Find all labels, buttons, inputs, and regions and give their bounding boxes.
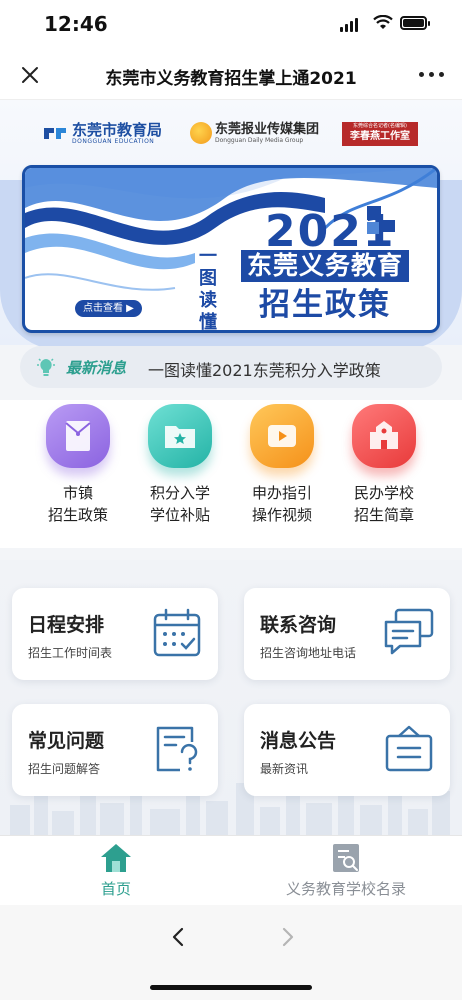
studio-logo: 东莞综合名记者(名编辑) 李春燕工作室 <box>342 122 418 146</box>
status-time: 12:46 <box>44 12 108 36</box>
banner-title-line1: 东莞义务教育 <box>241 250 409 282</box>
partner-logos: 东莞市教育局 DONGGUAN EDUCATION 东莞报业传媒集团 Dongg… <box>0 114 462 154</box>
faq-icon <box>156 726 198 772</box>
card-schedule[interactable]: 日程安排 招生工作时间表 <box>12 588 218 680</box>
news-ticker[interactable]: 最新消息 一图读懂2021东莞积分入学政策 <box>20 346 442 388</box>
chat-icon <box>384 608 434 655</box>
media-group-logo: 东莞报业传媒集团 Dongguan Daily Media Group <box>190 122 319 144</box>
cellular-signal-icon <box>340 18 358 32</box>
home-icon <box>101 844 131 872</box>
card-faq[interactable]: 常见问题 招生问题解答 <box>12 704 218 796</box>
status-bar: 12:46 <box>0 0 462 50</box>
ticker-label: 最新消息 <box>66 359 127 377</box>
close-icon[interactable] <box>18 63 42 87</box>
card-announcements[interactable]: 消息公告 最新资讯 <box>244 704 450 796</box>
quick-link-points-admission[interactable]: 积分入学 学位补贴 <box>130 404 230 526</box>
forward-arrow-icon[interactable] <box>278 925 298 949</box>
quick-link-guide-video[interactable]: 申办指引 操作视频 <box>232 404 332 526</box>
home-indicator <box>150 985 312 990</box>
tab-school-directory[interactable]: 义务教育学校名录 <box>246 842 446 899</box>
banner-vertical-text: 一图读懂 <box>199 246 217 333</box>
edu-bureau-logo: 东莞市教育局 DONGGUAN EDUCATION <box>42 122 162 145</box>
feature-cards: 日程安排 招生工作时间表 联系咨询 招生咨询地址电话 常见问题 招生问题解答 消… <box>0 560 462 835</box>
quick-link-private-schools[interactable]: 民办学校 招生简章 <box>334 404 434 526</box>
policy-banner[interactable]: 一图读懂 2021 东莞义务教育 招生政策 点击查看 ▶ <box>22 165 440 333</box>
ticker-text[interactable]: 一图读懂2021东莞积分入学政策 <box>148 357 381 381</box>
wifi-icon <box>373 15 393 29</box>
edu-bureau-mark-icon <box>44 127 66 139</box>
lightbulb-icon <box>37 358 55 376</box>
nav-bar: 东莞市义务教育招生掌上通2021 <box>0 50 462 100</box>
page-title: 东莞市义务教育招生掌上通2021 <box>105 69 357 89</box>
back-arrow-icon[interactable] <box>168 925 188 949</box>
hero-section: 东莞市教育局 DONGGUAN EDUCATION 东莞报业传媒集团 Dongg… <box>0 100 462 350</box>
school-icon <box>352 404 416 468</box>
quick-links: 市镇 招生政策 积分入学 学位补贴 申办指引 操作视频 民办学校 招生简章 <box>0 400 462 548</box>
envelope-icon <box>46 404 110 468</box>
folder-star-icon <box>148 404 212 468</box>
card-contact[interactable]: 联系咨询 招生咨询地址电话 <box>244 588 450 680</box>
play-video-icon <box>250 404 314 468</box>
notice-board-icon <box>385 725 433 772</box>
quick-link-enrollment-policy[interactable]: 市镇 招生政策 <box>28 404 128 526</box>
banner-title-line2: 招生政策 <box>259 287 391 323</box>
view-details-button[interactable]: 点击查看 ▶ <box>75 300 142 317</box>
sun-logo-icon <box>190 122 212 144</box>
directory-icon <box>333 844 359 872</box>
calendar-icon <box>153 608 201 657</box>
tab-bar: 首页 义务教育学校名录 <box>0 835 462 905</box>
battery-icon <box>400 16 430 30</box>
more-options-icon[interactable] <box>419 72 444 77</box>
tab-home[interactable]: 首页 <box>16 842 216 899</box>
